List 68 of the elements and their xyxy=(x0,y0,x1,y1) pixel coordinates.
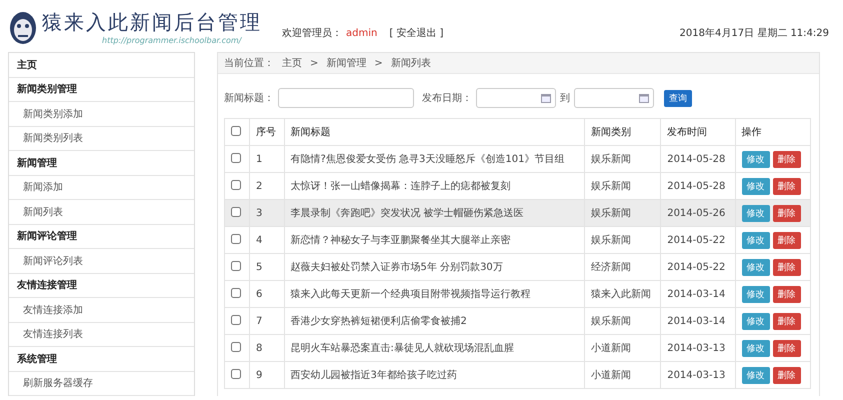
delete-button[interactable]: 删除 xyxy=(772,232,801,248)
delete-button[interactable]: 删除 xyxy=(772,286,801,302)
site-title: 猿来入此新闻后台管理 xyxy=(42,9,262,36)
table-cell: 9 xyxy=(250,362,284,388)
sidebar-item[interactable]: 新闻评论列表 xyxy=(9,249,194,274)
calendar-icon xyxy=(639,94,649,102)
delete-button[interactable]: 删除 xyxy=(772,150,801,168)
sidebar-group[interactable]: 系统管理 xyxy=(9,347,194,372)
row-checkbox[interactable] xyxy=(231,314,241,324)
end-date-field[interactable] xyxy=(574,88,654,108)
sidebar-item[interactable]: 新闻类别列表 xyxy=(9,126,194,151)
start-date-field[interactable] xyxy=(476,88,556,108)
welcome-text: 欢迎管理员： xyxy=(282,26,342,40)
sidebar-item[interactable]: 友情连接列表 xyxy=(9,322,194,347)
delete-button[interactable]: 删除 xyxy=(772,340,801,356)
edit-button[interactable]: 修改 xyxy=(742,340,770,356)
search-button[interactable]: 查询 xyxy=(664,90,692,106)
sidebar-item[interactable]: 新闻列表 xyxy=(9,200,194,224)
current-datetime: 2018年4月17日 星期二 11:4:29 xyxy=(680,26,829,40)
edit-button[interactable]: 修改 xyxy=(742,178,770,194)
delete-button[interactable]: 删除 xyxy=(772,366,801,384)
logout-link[interactable]: [ 安全退出 ] xyxy=(389,26,444,40)
row-checkbox[interactable] xyxy=(231,342,241,352)
sidebar-item[interactable]: 刷新服务器缓存 xyxy=(9,372,194,396)
delete-button[interactable]: 删除 xyxy=(772,178,801,194)
breadcrumb-separator: > xyxy=(374,58,383,68)
sidebar-item[interactable]: 友情连接添加 xyxy=(9,298,194,322)
date-filter-label: 发布日期： xyxy=(422,92,472,105)
sidebar-item[interactable]: 新闻添加 xyxy=(9,176,194,200)
table-cell: 西安幼儿园被指近3年都给孩子吃过药 xyxy=(284,362,584,388)
row-checkbox[interactable] xyxy=(231,260,241,270)
edit-button[interactable]: 修改 xyxy=(742,232,770,248)
edit-button[interactable]: 修改 xyxy=(742,258,770,276)
table-cell: 2014-03-13 xyxy=(660,362,736,388)
sidebar-group[interactable]: 友情连接管理 xyxy=(9,274,194,298)
delete-button[interactable]: 删除 xyxy=(772,312,801,330)
row-checkbox[interactable] xyxy=(231,288,241,298)
edit-button[interactable]: 修改 xyxy=(742,150,770,168)
edit-button[interactable]: 修改 xyxy=(742,366,770,384)
title-filter-label: 新闻标题： xyxy=(224,92,274,105)
breadcrumb-separator: > xyxy=(310,58,318,68)
delete-button[interactable]: 删除 xyxy=(772,258,801,276)
admin-username: admin xyxy=(346,28,378,38)
edit-button[interactable]: 修改 xyxy=(742,312,770,330)
breadcrumb-link[interactable]: 主页 xyxy=(282,56,302,70)
edit-button[interactable]: 修改 xyxy=(742,286,770,302)
date-range-label: 到 xyxy=(560,92,570,105)
title-filter-field[interactable] xyxy=(278,88,414,108)
select-all-checkbox[interactable] xyxy=(231,126,241,136)
breadcrumb-label: 当前位置： xyxy=(224,56,274,70)
row-checkbox[interactable] xyxy=(231,180,241,190)
calendar-icon xyxy=(541,94,551,102)
row-checkbox[interactable] xyxy=(231,206,241,216)
sidebar-group[interactable]: 主页 xyxy=(9,53,194,78)
breadcrumb-link[interactable]: 新闻列表 xyxy=(390,56,431,70)
sidebar-group[interactable]: 新闻评论管理 xyxy=(9,224,194,249)
column-header: 新闻标题 xyxy=(284,118,584,146)
site-url: http://programmer.ischoolbar.com/ xyxy=(102,36,243,45)
edit-button[interactable]: 修改 xyxy=(742,204,770,222)
row-checkbox[interactable] xyxy=(231,368,241,378)
sidebar-item[interactable]: 新闻类别添加 xyxy=(9,102,194,126)
breadcrumb-link[interactable]: 新闻管理 xyxy=(326,56,366,70)
sidebar-group[interactable]: 新闻管理 xyxy=(9,151,194,176)
delete-button[interactable]: 删除 xyxy=(772,204,801,222)
row-checkbox[interactable] xyxy=(231,152,241,162)
table-cell: 小道新闻 xyxy=(584,362,661,388)
sidebar-group[interactable]: 新闻类别管理 xyxy=(9,78,194,102)
row-checkbox[interactable] xyxy=(231,234,241,244)
